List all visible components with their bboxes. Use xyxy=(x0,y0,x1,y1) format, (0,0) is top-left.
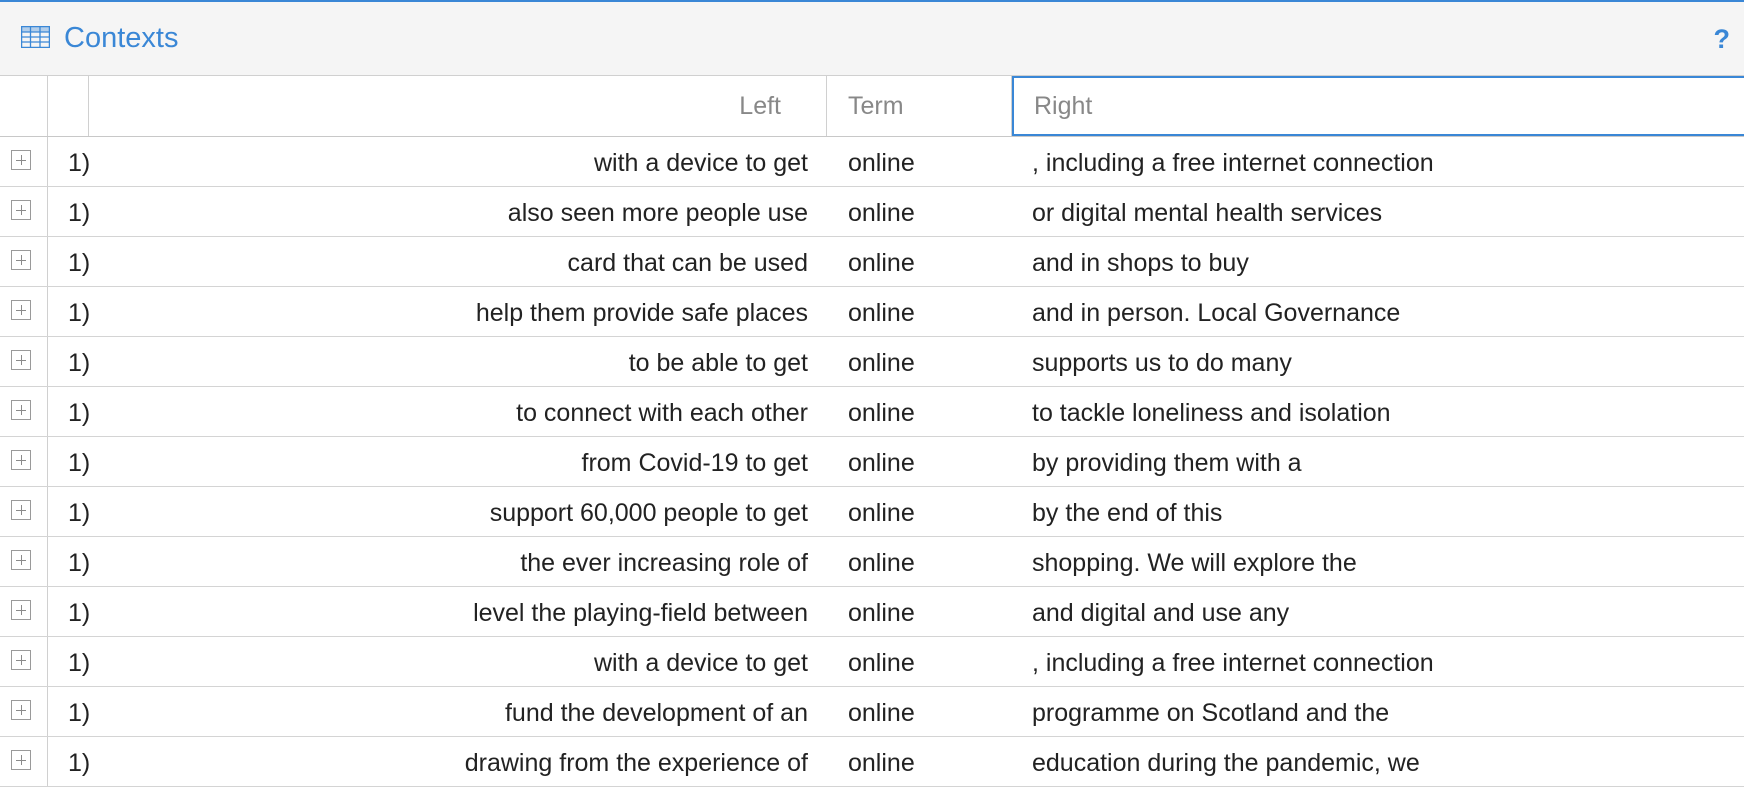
right-context: , including a free internet connection xyxy=(1032,649,1434,677)
right-context: and in shops to buy xyxy=(1032,249,1249,277)
expand-plus-icon[interactable] xyxy=(11,600,31,620)
row-expand-cell[interactable] xyxy=(0,337,48,386)
term: online xyxy=(848,149,915,177)
term: online xyxy=(848,399,915,427)
panel-header: Contexts ? xyxy=(0,0,1744,76)
left-context: with a device to get xyxy=(593,149,808,177)
right-context: to tackle loneliness and isolation xyxy=(1032,399,1391,427)
expand-plus-icon[interactable] xyxy=(11,250,31,270)
expand-plus-icon[interactable] xyxy=(11,450,31,470)
expand-plus-icon[interactable] xyxy=(11,350,31,370)
left-context: the ever increasing role of xyxy=(520,549,808,577)
row-expand-cell[interactable] xyxy=(0,237,48,286)
row-expand-cell[interactable] xyxy=(0,437,48,486)
left-context: with a device to get xyxy=(593,649,808,677)
right-context: , including a free internet connection xyxy=(1032,149,1434,177)
term: online xyxy=(848,449,915,477)
row-expand-cell[interactable] xyxy=(0,587,48,636)
table-row[interactable]: 1) with a device to get online , includi… xyxy=(0,637,1744,687)
column-header-row: Left Term Right xyxy=(0,76,1744,137)
term: online xyxy=(848,499,915,527)
right-context: supports us to do many xyxy=(1032,349,1292,377)
right-context: by providing them with a xyxy=(1032,449,1302,477)
left-context: fund the development of an xyxy=(504,699,808,727)
row-expand-cell[interactable] xyxy=(0,287,48,336)
left-context: also seen more people use xyxy=(507,199,808,227)
term: online xyxy=(848,549,915,577)
term: online xyxy=(848,199,915,227)
left-context: drawing from the experience of xyxy=(464,749,808,777)
left-context: support 60,000 people to get xyxy=(489,499,808,527)
term: online xyxy=(848,599,915,627)
expand-plus-icon[interactable] xyxy=(11,150,31,170)
right-context: and digital and use any xyxy=(1032,599,1290,627)
expand-plus-icon[interactable] xyxy=(11,400,31,420)
table-row[interactable]: 1) card that can be used online and in s… xyxy=(0,237,1744,287)
contexts-panel: Contexts ? Left Term Right 1) with a dev… xyxy=(0,0,1744,794)
left-context: help them provide safe places xyxy=(475,299,808,327)
right-context: education during the pandemic, we xyxy=(1032,749,1420,777)
left-context: from Covid-19 to get xyxy=(581,449,809,477)
left-context: card that can be used xyxy=(567,249,808,277)
table-grid-icon xyxy=(21,26,50,48)
expand-plus-icon[interactable] xyxy=(11,300,31,320)
term: online xyxy=(848,349,915,377)
term: online xyxy=(848,249,915,277)
column-header-number xyxy=(48,76,89,136)
row-expand-cell[interactable] xyxy=(0,537,48,586)
right-context: or digital mental health services xyxy=(1032,199,1383,227)
expand-plus-icon[interactable] xyxy=(11,750,31,770)
left-context: to be able to get xyxy=(628,349,808,377)
expand-plus-icon[interactable] xyxy=(11,650,31,670)
expand-plus-icon[interactable] xyxy=(11,550,31,570)
row-expand-cell[interactable] xyxy=(0,137,48,186)
expand-plus-icon[interactable] xyxy=(11,200,31,220)
expand-plus-icon[interactable] xyxy=(11,700,31,720)
right-context: programme on Scotland and the xyxy=(1032,699,1390,727)
table-row[interactable]: 1) with a device to get online , includi… xyxy=(0,137,1744,187)
term: online xyxy=(848,649,915,677)
term: online xyxy=(848,299,915,327)
right-context: shopping. We will explore the xyxy=(1032,549,1357,577)
column-header-left[interactable]: Left xyxy=(89,76,827,136)
panel-title: Contexts xyxy=(64,22,179,54)
row-expand-cell[interactable] xyxy=(0,387,48,436)
help-button[interactable]: ? xyxy=(1714,22,1731,56)
contexts-table-body: 1) with a device to get online , includi… xyxy=(0,137,1744,787)
column-header-term[interactable]: Term xyxy=(827,76,1012,136)
table-row[interactable]: 1) level the playing-field between onlin… xyxy=(0,587,1744,637)
table-row[interactable]: 1) the ever increasing role of online sh… xyxy=(0,537,1744,587)
column-header-expand xyxy=(0,76,48,136)
row-expand-cell[interactable] xyxy=(0,687,48,736)
table-row[interactable]: 1) help them provide safe places online … xyxy=(0,287,1744,337)
table-row[interactable]: 1) support 60,000 people to get online b… xyxy=(0,487,1744,537)
table-row[interactable]: 1) from Covid-19 to get online by provid… xyxy=(0,437,1744,487)
table-row[interactable]: 1) fund the development of an online pro… xyxy=(0,687,1744,737)
row-expand-cell[interactable] xyxy=(0,637,48,686)
right-context: by the end of this xyxy=(1032,499,1223,527)
left-context: to connect with each other xyxy=(516,399,808,427)
expand-plus-icon[interactable] xyxy=(11,500,31,520)
table-row[interactable]: 1) to connect with each other online to … xyxy=(0,387,1744,437)
table-row[interactable]: 1) drawing from the experience of online… xyxy=(0,737,1744,787)
column-header-right[interactable]: Right xyxy=(1012,76,1744,136)
term: online xyxy=(848,699,915,727)
left-context: level the playing-field between xyxy=(473,599,808,627)
row-expand-cell[interactable] xyxy=(0,737,48,786)
row-expand-cell[interactable] xyxy=(0,487,48,536)
right-context: and in person. Local Governance xyxy=(1032,299,1401,327)
table-row[interactable]: 1) also seen more people use online or d… xyxy=(0,187,1744,237)
table-row[interactable]: 1) to be able to get online supports us … xyxy=(0,337,1744,387)
term: online xyxy=(848,749,915,777)
row-expand-cell[interactable] xyxy=(0,187,48,236)
